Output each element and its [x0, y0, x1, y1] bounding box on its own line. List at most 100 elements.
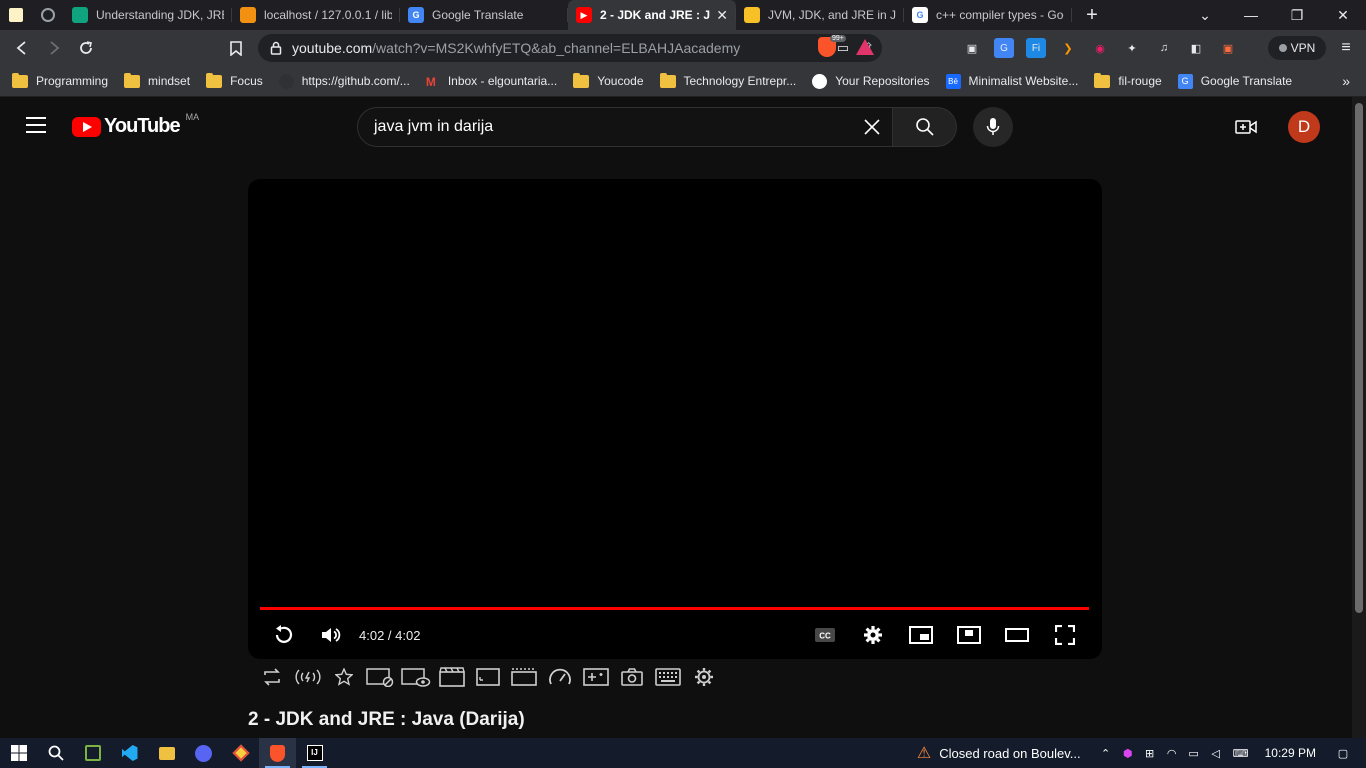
close-tab-icon[interactable]: ✕	[716, 7, 728, 24]
youtube-logo[interactable]: YouTube MA	[72, 112, 199, 138]
clapperboard-icon[interactable]	[434, 663, 470, 691]
google-translate-favicon-icon: G	[408, 7, 424, 23]
tab[interactable]: G Google Translate	[400, 0, 568, 30]
clear-search-icon[interactable]	[860, 115, 884, 139]
video-player[interactable]: 4:02 / 4:02 CC	[248, 179, 1102, 659]
bookmark-folder[interactable]: Focus	[206, 72, 263, 88]
show-hidden-icons-chevron-icon[interactable]: ⌃	[1095, 738, 1117, 768]
extensions-puzzle-icon[interactable]: ✦	[1122, 38, 1142, 58]
taskbar-search-button[interactable]	[37, 738, 74, 768]
tab[interactable]: localhost / 127.0.0.1 / libr	[232, 0, 400, 30]
orange-extension-icon[interactable]: ❯	[1058, 38, 1078, 58]
wifi-icon[interactable]: ◠	[1161, 738, 1183, 768]
close-window-button[interactable]: ✕	[1320, 0, 1366, 30]
wallet-icon[interactable]: ▣	[962, 38, 982, 58]
notification-center-icon[interactable]: ▢	[1332, 738, 1354, 768]
extension-settings-gear-icon[interactable]	[686, 663, 722, 691]
taskbar-app-vscode[interactable]	[111, 738, 148, 768]
google-translate-extension-icon[interactable]: G	[994, 38, 1014, 58]
minimize-button[interactable]: —	[1228, 0, 1274, 30]
star-icon[interactable]	[326, 663, 362, 691]
bookmark-folder[interactable]: Programming	[12, 72, 108, 88]
tab[interactable]: JVM, JDK, and JRE in Java	[736, 0, 904, 30]
screenshot-camera-icon[interactable]	[614, 663, 650, 691]
address-bar[interactable]: youtube.com/watch?v=MS2KwhfyETQ&ab_chann…	[258, 34, 882, 62]
avatar[interactable]: D	[1288, 111, 1320, 143]
create-video-button[interactable]	[1234, 115, 1258, 139]
window-mode-icon[interactable]	[506, 663, 542, 691]
hamburger-menu-icon[interactable]	[26, 117, 46, 133]
theater-mode-button[interactable]	[993, 615, 1041, 655]
bookmark-site[interactable]: Your Repositories	[812, 73, 930, 89]
search-button[interactable]	[893, 107, 957, 147]
aspect-ratio-icon[interactable]	[470, 663, 506, 691]
bookmark-folder[interactable]: Technology Entrepr...	[659, 72, 796, 88]
miniplayer-button[interactable]	[897, 615, 945, 655]
keyboard-shortcuts-icon[interactable]	[650, 663, 686, 691]
media-music-icon[interactable]: ♫	[1154, 38, 1174, 58]
brave-shield-icon[interactable]: 99+	[818, 35, 846, 57]
folder-icon	[12, 72, 28, 88]
bookmark-folder[interactable]: Youcode	[573, 72, 644, 88]
bookmark-folder[interactable]: mindset	[124, 72, 190, 88]
tray-security-icon[interactable]: ⊞	[1139, 738, 1161, 768]
lock-icon[interactable]	[270, 41, 282, 55]
tab-active[interactable]: ▶ 2 - JDK and JRE : Java ✕	[568, 0, 736, 30]
pinned-tab-notes[interactable]	[0, 0, 32, 30]
subtitles-button[interactable]: CC	[801, 615, 849, 655]
taskbar-app-brave[interactable]	[259, 738, 296, 768]
pinned-tab-2[interactable]	[32, 0, 64, 30]
tab-search-chevron-icon[interactable]: ⌄	[1182, 0, 1228, 30]
more-bookmarks-icon[interactable]: »	[1342, 73, 1350, 89]
new-tab-button[interactable]: +	[1072, 0, 1112, 30]
bookmark-label: fil-rouge	[1118, 74, 1162, 88]
scrollbar-thumb[interactable]	[1355, 103, 1363, 613]
progress-bar[interactable]	[260, 607, 1089, 610]
fullscreen-button[interactable]	[1041, 615, 1089, 655]
taskbar-app-discord[interactable]	[185, 738, 222, 768]
video-filter-icon[interactable]	[578, 663, 614, 691]
bookmark-folder[interactable]: fil-rouge	[1094, 72, 1162, 88]
ads-block-icon[interactable]	[362, 663, 398, 691]
bookmark-site[interactable]: https://github.com/...	[278, 73, 410, 89]
bookmark-site[interactable]: M Inbox - elgountaria...	[426, 74, 557, 89]
tab[interactable]: Gc++ compiler types - Goo	[904, 0, 1072, 30]
pip-button[interactable]	[945, 615, 993, 655]
forward-button[interactable]	[38, 32, 70, 64]
keyboard-icon[interactable]: ⌨	[1227, 738, 1255, 768]
taskbar-app-explorer[interactable]	[148, 738, 185, 768]
cinema-view-icon[interactable]	[398, 663, 434, 691]
replay-button[interactable]	[259, 615, 307, 655]
taskbar-app-chart[interactable]	[74, 738, 111, 768]
reload-button[interactable]	[70, 32, 102, 64]
vpn-button[interactable]: VPN	[1268, 36, 1326, 60]
settings-button[interactable]	[849, 615, 897, 655]
tray-app-icon[interactable]: ⬢	[1117, 738, 1139, 768]
bookmark-site[interactable]: Bē Minimalist Website...	[945, 73, 1078, 89]
notifications-icon[interactable]: ▣	[1218, 38, 1238, 58]
news-widget[interactable]: ⚠ Closed road on Boulev...	[917, 743, 1081, 763]
volume-button[interactable]	[307, 615, 355, 655]
battery-icon[interactable]: ▭	[1183, 738, 1205, 768]
sidebar-icon[interactable]: ◧	[1186, 38, 1206, 58]
tab[interactable]: Understanding JDK, JRE, J	[64, 0, 232, 30]
speaker-icon[interactable]: ◁	[1205, 738, 1227, 768]
brave-rewards-icon[interactable]	[856, 39, 874, 55]
back-button[interactable]	[6, 32, 38, 64]
playback-speed-icon[interactable]	[542, 663, 578, 691]
taskbar-app-intellij[interactable]: IJ	[296, 738, 333, 768]
search-input[interactable]: java jvm in darija	[357, 107, 893, 147]
bookmark-button[interactable]	[220, 32, 252, 64]
start-button[interactable]	[0, 738, 37, 768]
maximize-button[interactable]: ❐	[1274, 0, 1320, 30]
taskbar-app-git[interactable]	[222, 738, 259, 768]
record-extension-icon[interactable]: ◉	[1090, 38, 1110, 58]
clock[interactable]: 10:29 PM	[1265, 746, 1316, 760]
page-scrollbar[interactable]	[1352, 97, 1366, 738]
loop-icon[interactable]	[254, 663, 290, 691]
fi-extension-icon[interactable]: Fi	[1026, 38, 1046, 58]
voice-search-button[interactable]	[973, 107, 1013, 147]
bookmark-site[interactable]: G Google Translate	[1177, 73, 1292, 89]
stream-signal-icon[interactable]	[290, 663, 326, 691]
browser-menu-icon[interactable]: ≡	[1334, 36, 1358, 60]
